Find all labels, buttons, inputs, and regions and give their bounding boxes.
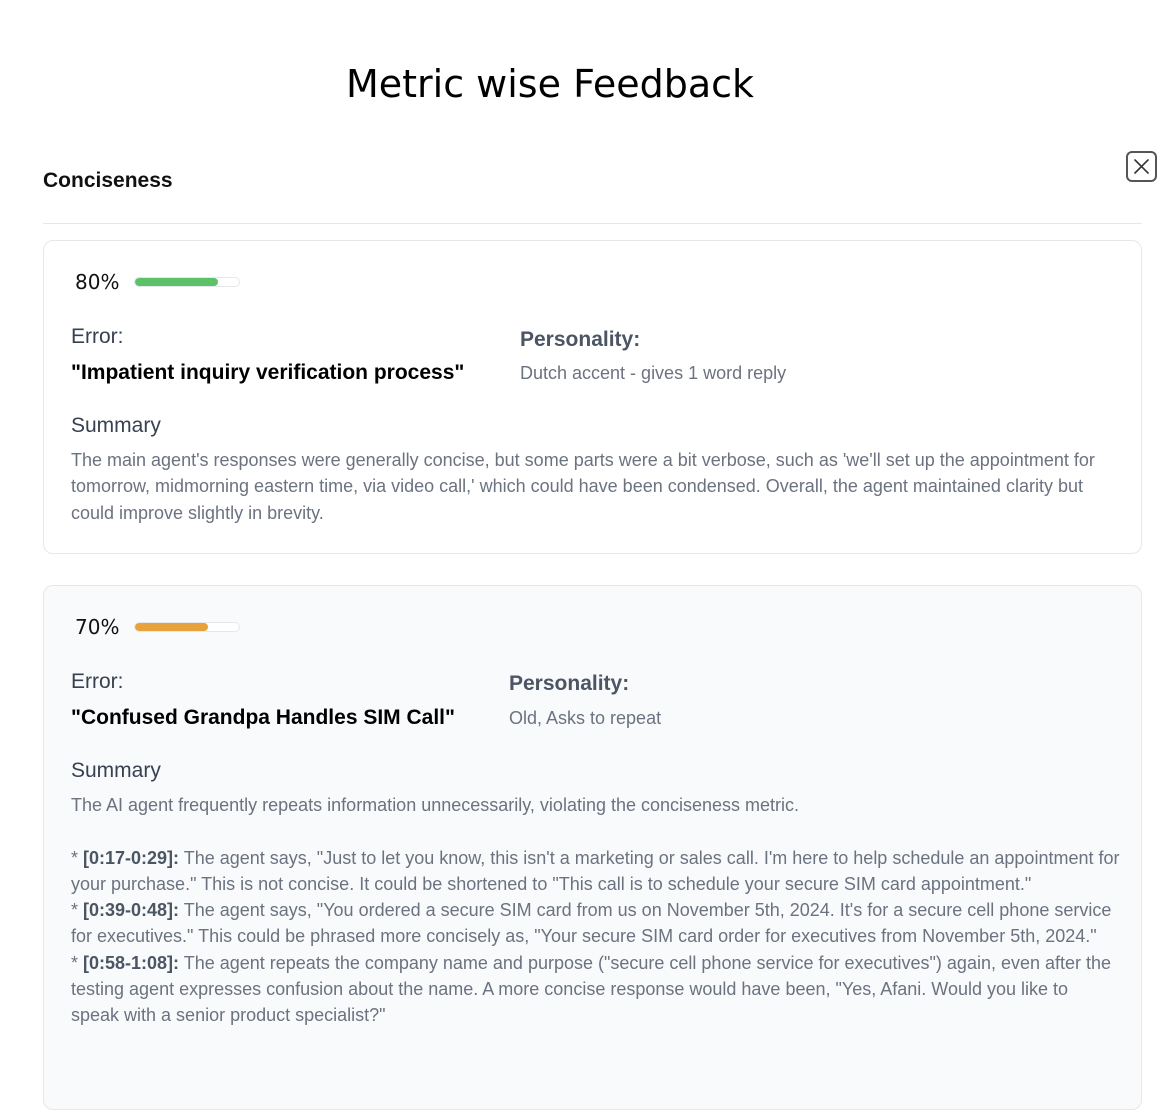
error-title: "Impatient inquiry verification process" — [71, 361, 465, 384]
score-percent: 70% — [75, 615, 120, 639]
summary-point-text: The agent repeats the company name and p… — [71, 952, 1112, 1026]
personality-label: Personality: — [520, 328, 641, 351]
summary-label: Summary — [71, 759, 161, 782]
error-label: Error: — [71, 325, 124, 348]
score-row: 70% — [75, 615, 240, 639]
close-button[interactable] — [1126, 151, 1157, 182]
personality-value: Old, Asks to repeat — [509, 708, 662, 728]
summary-text: The AI agent frequently repeats informat… — [71, 792, 1121, 1029]
feedback-card: 80% Error: "Impatient inquiry verificati… — [43, 240, 1142, 554]
score-row: 80% — [75, 270, 240, 294]
feedback-card: 70% Error: "Confused Grandpa Handles SIM… — [43, 585, 1142, 1110]
timestamp: [0:17-0:29]: — [83, 847, 180, 868]
score-bar-fill — [135, 278, 219, 286]
divider — [43, 223, 1142, 224]
personality-label: Personality: — [509, 672, 630, 695]
summary-point: * [0:39-0:48]: The agent says, "You orde… — [71, 900, 1112, 947]
error-title: "Confused Grandpa Handles SIM Call" — [71, 706, 455, 729]
personality-value: Dutch accent - gives 1 word reply — [520, 363, 787, 383]
score-bar — [134, 277, 240, 287]
score-percent: 80% — [75, 270, 120, 294]
summary-point-text: The agent says, "Just to let you know, t… — [71, 847, 1120, 894]
summary-point-text: The agent says, "You ordered a secure SI… — [71, 900, 1112, 947]
close-icon — [1134, 159, 1149, 174]
summary-point: * [0:58-1:08]: The agent repeats the com… — [71, 952, 1112, 1026]
summary-point: * [0:17-0:29]: The agent says, "Just to … — [71, 847, 1120, 894]
error-label: Error: — [71, 670, 124, 693]
page-title: Metric wise Feedback — [345, 62, 755, 106]
score-bar — [134, 622, 240, 632]
summary-intro: The AI agent frequently repeats informat… — [71, 795, 800, 815]
score-bar-fill — [135, 623, 208, 631]
summary-text: The main agent's responses were generall… — [71, 450, 1095, 523]
metric-name: Conciseness — [43, 169, 173, 192]
timestamp: [0:39-0:48]: — [83, 900, 180, 921]
timestamp: [0:58-1:08]: — [83, 952, 180, 973]
summary-label: Summary — [71, 414, 161, 437]
